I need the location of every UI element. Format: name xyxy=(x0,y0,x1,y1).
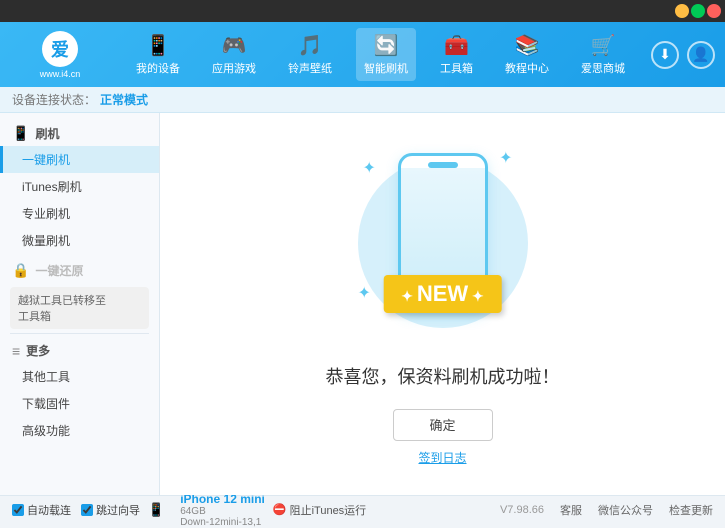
auto-connect-label: 自动载连 xyxy=(27,502,71,518)
success-text: 恭喜您，保资料刷机成功啦！ xyxy=(326,363,560,389)
bottom-bar: 自动载连 跳过向导 📱 iPhone 12 mini 64GB Down-12m… xyxy=(0,495,725,523)
pro-flash-label: 专业刷机 xyxy=(22,207,70,221)
nav-items: 📱 我的设备 🎮 应用游戏 🎵 铃声壁纸 🔄 智能刷机 🧰 工具箱 📚 教程中心… xyxy=(120,28,641,81)
maximize-button[interactable] xyxy=(691,4,705,18)
ringtone-icon: 🎵 xyxy=(298,33,323,58)
nav-smart-flash[interactable]: 🔄 智能刷机 xyxy=(356,28,416,81)
sparkle-3: ✦ xyxy=(358,283,371,303)
sidebar-item-micro-flash[interactable]: 微量刷机 xyxy=(0,227,159,254)
version-text: V7.98.66 xyxy=(500,504,544,516)
nav-toolbox-label: 工具箱 xyxy=(440,60,473,76)
title-bar xyxy=(0,0,725,22)
stop-itunes[interactable]: ⛔ 阻止iTunes运行 xyxy=(273,502,366,518)
new-badge: NEW xyxy=(383,275,502,313)
tutorial-icon: 📚 xyxy=(515,33,540,58)
logo-icon: 爱 xyxy=(42,31,78,67)
advanced-label: 高级功能 xyxy=(22,424,70,438)
download-button[interactable]: ⬇ xyxy=(651,41,679,69)
nav-smart-flash-label: 智能刷机 xyxy=(364,60,408,76)
sidebar-section-flash-header: 📱 刷机 xyxy=(0,121,159,146)
auto-connect-checkbox[interactable]: 自动载连 xyxy=(12,502,71,518)
bottom-left: 自动载连 跳过向导 📱 iPhone 12 mini 64GB Down-12m… xyxy=(12,492,366,528)
flash-section-label: 刷机 xyxy=(35,125,59,142)
wechat-official-link[interactable]: 微信公众号 xyxy=(598,502,653,518)
device-icon: 📱 xyxy=(146,33,171,58)
window-controls[interactable] xyxy=(675,4,721,18)
daily-sign-link[interactable]: 签到日志 xyxy=(418,449,466,466)
flash-section-icon: 📱 xyxy=(12,125,29,142)
sidebar-item-other-tools[interactable]: 其他工具 xyxy=(0,363,159,390)
nav-toolbox[interactable]: 🧰 工具箱 xyxy=(432,28,481,81)
skip-wizard-checkbox[interactable]: 跳过向导 xyxy=(81,502,140,518)
stop-icon: ⛔ xyxy=(273,503,287,516)
jailbreak-notice: 越狱工具已转移至工具箱 xyxy=(10,287,149,329)
sidebar-section-restore: 🔒 一键还原 越狱工具已转移至工具箱 xyxy=(0,258,159,329)
sidebar-more-header: ≡ 更多 xyxy=(0,338,159,363)
sidebar-section-flash: 📱 刷机 一键刷机 iTunes刷机 专业刷机 微量刷机 xyxy=(0,121,159,254)
stop-label: 阻止iTunes运行 xyxy=(290,502,367,518)
nav-ringtones-label: 铃声壁纸 xyxy=(288,60,332,76)
auto-connect-input[interactable] xyxy=(12,504,24,516)
customer-service-link[interactable]: 客服 xyxy=(560,502,582,518)
sidebar: 📱 刷机 一键刷机 iTunes刷机 专业刷机 微量刷机 🔒 一键还原 xyxy=(0,113,160,495)
sidebar-item-itunes-flash[interactable]: iTunes刷机 xyxy=(0,173,159,200)
sidebar-item-one-key-flash[interactable]: 一键刷机 xyxy=(0,146,159,173)
notice-text: 越狱工具已转移至工具箱 xyxy=(18,295,106,323)
itunes-flash-label: iTunes刷机 xyxy=(22,180,82,194)
lock-icon: 🔒 xyxy=(12,262,29,279)
main-layout: 📱 刷机 一键刷机 iTunes刷机 专业刷机 微量刷机 🔒 一键还原 xyxy=(0,113,725,495)
nav-my-device-label: 我的设备 xyxy=(136,60,180,76)
content-area: ✦ ✦ ✦ NEW 恭喜您，保资料刷机成功啦！ 确定 签到日志 xyxy=(160,113,725,495)
check-update-link[interactable]: 检查更新 xyxy=(669,502,713,518)
close-button[interactable] xyxy=(707,4,721,18)
sparkle-2: ✦ xyxy=(499,148,512,168)
nav-apps-games-label: 应用游戏 xyxy=(212,60,256,76)
other-tools-label: 其他工具 xyxy=(22,370,70,384)
header-right: ⬇ 👤 xyxy=(651,41,715,69)
skip-wizard-label: 跳过向导 xyxy=(96,502,140,518)
restore-label: 一键还原 xyxy=(35,262,83,279)
sidebar-item-download-firmware[interactable]: 下载固件 xyxy=(0,390,159,417)
device-row: 📱 iPhone 12 mini 64GB Down-12mini-13,1 xyxy=(148,492,265,528)
logo-area: 爱 www.i4.cn xyxy=(10,31,110,79)
nav-apps-games[interactable]: 🎮 应用游戏 xyxy=(204,28,264,81)
nav-my-device[interactable]: 📱 我的设备 xyxy=(128,28,188,81)
more-label: 更多 xyxy=(26,342,50,359)
device-info: iPhone 12 mini 64GB Down-12mini-13,1 xyxy=(180,492,265,528)
nav-ringtones[interactable]: 🎵 铃声壁纸 xyxy=(280,28,340,81)
micro-flash-label: 微量刷机 xyxy=(22,234,70,248)
more-icon: ≡ xyxy=(12,343,20,359)
nav-tutorial-label: 教程中心 xyxy=(505,60,549,76)
app-header: 爱 www.i4.cn 📱 我的设备 🎮 应用游戏 🎵 铃声壁纸 🔄 智能刷机 … xyxy=(0,22,725,87)
nav-mall-label: 爱思商城 xyxy=(581,60,625,76)
flash-icon: 🔄 xyxy=(374,33,399,58)
user-button[interactable]: 👤 xyxy=(687,41,715,69)
mall-icon: 🛒 xyxy=(591,33,616,58)
nav-mall[interactable]: 🛒 爱思商城 xyxy=(573,28,633,81)
sidebar-item-advanced[interactable]: 高级功能 xyxy=(0,417,159,444)
skip-wizard-input[interactable] xyxy=(81,504,93,516)
nav-tutorial[interactable]: 📚 教程中心 xyxy=(497,28,557,81)
device-storage: 64GB xyxy=(180,506,265,517)
toolbox-icon: 🧰 xyxy=(444,33,469,58)
status-value: 正常模式 xyxy=(100,91,148,108)
device-firmware: Down-12mini-13,1 xyxy=(180,517,265,528)
sidebar-item-pro-flash[interactable]: 专业刷机 xyxy=(0,200,159,227)
sidebar-restore-header: 🔒 一键还原 xyxy=(0,258,159,283)
bottom-right: V7.98.66 客服 微信公众号 检查更新 xyxy=(500,502,713,518)
device-phone-icon: 📱 xyxy=(148,502,164,518)
sparkle-1: ✦ xyxy=(363,158,376,178)
minimize-button[interactable] xyxy=(675,4,689,18)
sidebar-divider xyxy=(10,333,149,334)
download-firmware-label: 下载固件 xyxy=(22,397,70,411)
logo-site-name: www.i4.cn xyxy=(40,69,81,79)
status-label: 设备连接状态： xyxy=(12,91,96,108)
success-illustration: ✦ ✦ ✦ NEW xyxy=(353,143,533,343)
status-bar: 设备连接状态： 正常模式 xyxy=(0,87,725,113)
one-key-flash-label: 一键刷机 xyxy=(22,153,70,167)
confirm-button[interactable]: 确定 xyxy=(393,409,493,441)
sidebar-section-more: ≡ 更多 其他工具 下载固件 高级功能 xyxy=(0,338,159,444)
apps-icon: 🎮 xyxy=(222,33,247,58)
